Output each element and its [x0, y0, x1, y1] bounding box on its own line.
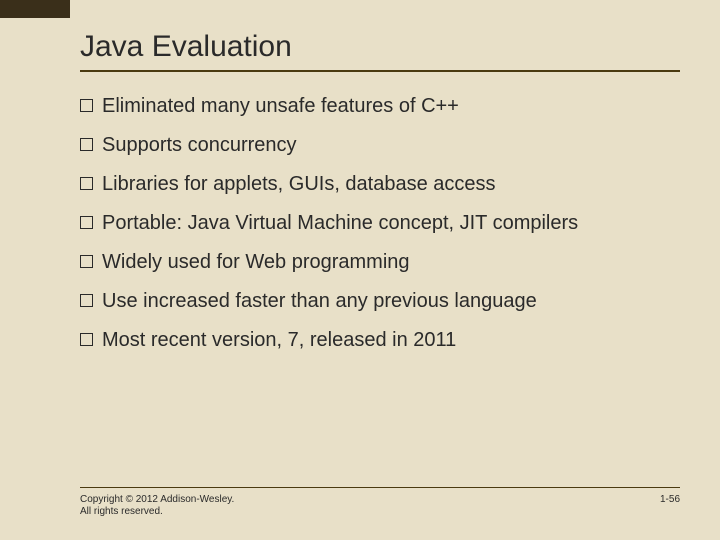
list-item: Widely used for Web programming: [80, 250, 680, 275]
copyright-text: Copyright © 2012 Addison-Wesley. All rig…: [80, 494, 240, 518]
list-item: Use increased faster than any previous l…: [80, 289, 680, 314]
list-item: Libraries for applets, GUIs, database ac…: [80, 172, 680, 197]
list-item: Supports concurrency: [80, 133, 680, 158]
list-item: Portable: Java Virtual Machine concept, …: [80, 211, 680, 236]
footer-row: Copyright © 2012 Addison-Wesley. All rig…: [80, 494, 680, 518]
page-title: Java Evaluation: [80, 30, 680, 72]
bullet-list: Eliminated many unsafe features of C++ S…: [80, 94, 680, 353]
footer: Copyright © 2012 Addison-Wesley. All rig…: [80, 487, 680, 518]
list-item: Most recent version, 7, released in 2011: [80, 328, 680, 353]
corner-accent: [0, 0, 70, 18]
page-number: 1-56: [660, 494, 680, 505]
footer-rule: [80, 487, 680, 488]
list-item: Eliminated many unsafe features of C++: [80, 94, 680, 119]
slide: Java Evaluation Eliminated many unsafe f…: [0, 0, 720, 540]
